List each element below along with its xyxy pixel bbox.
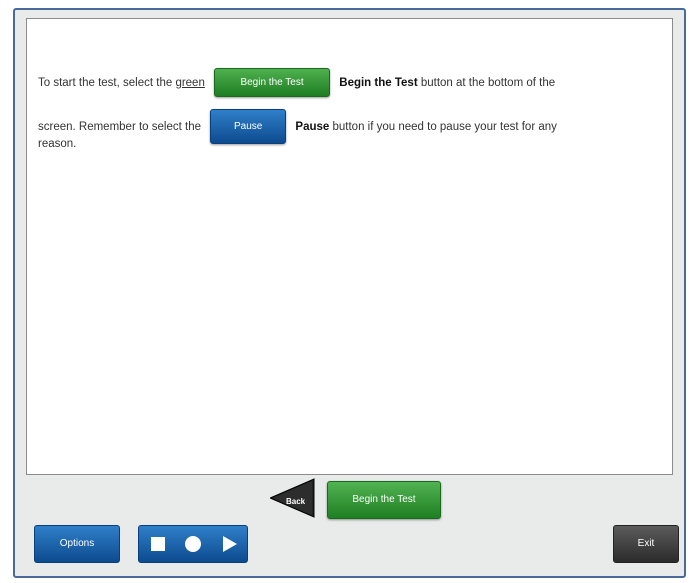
line2-suffix: button if you need to pause your test fo… [329, 121, 557, 133]
line1-prefix: To start the test, select the [38, 77, 176, 89]
line2-prefix: screen. Remember to select the [38, 121, 201, 133]
test-window: To start the test, select the green Begi… [13, 8, 686, 578]
instruction-line-3: reason. [38, 138, 77, 150]
begin-test-sample-button: Begin the Test [214, 68, 331, 98]
audio-controls [138, 525, 248, 563]
begin-test-bold: Begin the Test [339, 77, 418, 89]
pause-bold: Pause [295, 121, 330, 133]
bottom-toolbar: Options Exit [15, 525, 684, 565]
instruction-line-2: screen. Remember to select the Pause Pau… [38, 103, 557, 152]
play-icon[interactable] [223, 536, 237, 552]
line1-suffix: button at the bottom of the [417, 77, 556, 89]
navigation-row: Back Begin the Test [268, 472, 470, 522]
record-icon[interactable] [185, 536, 201, 552]
options-button[interactable]: Options [34, 525, 120, 563]
green-word: green [175, 77, 205, 89]
instructions-panel: To start the test, select the green Begi… [26, 18, 673, 475]
back-label: Back [286, 497, 306, 506]
exit-button[interactable]: Exit [613, 525, 679, 563]
instruction-line-1: To start the test, select the green Begi… [38, 59, 555, 108]
stop-icon[interactable] [151, 537, 165, 551]
back-button[interactable]: Back [268, 478, 315, 518]
begin-test-button[interactable]: Begin the Test [327, 481, 441, 519]
pause-sample-button: Pause [210, 109, 287, 145]
